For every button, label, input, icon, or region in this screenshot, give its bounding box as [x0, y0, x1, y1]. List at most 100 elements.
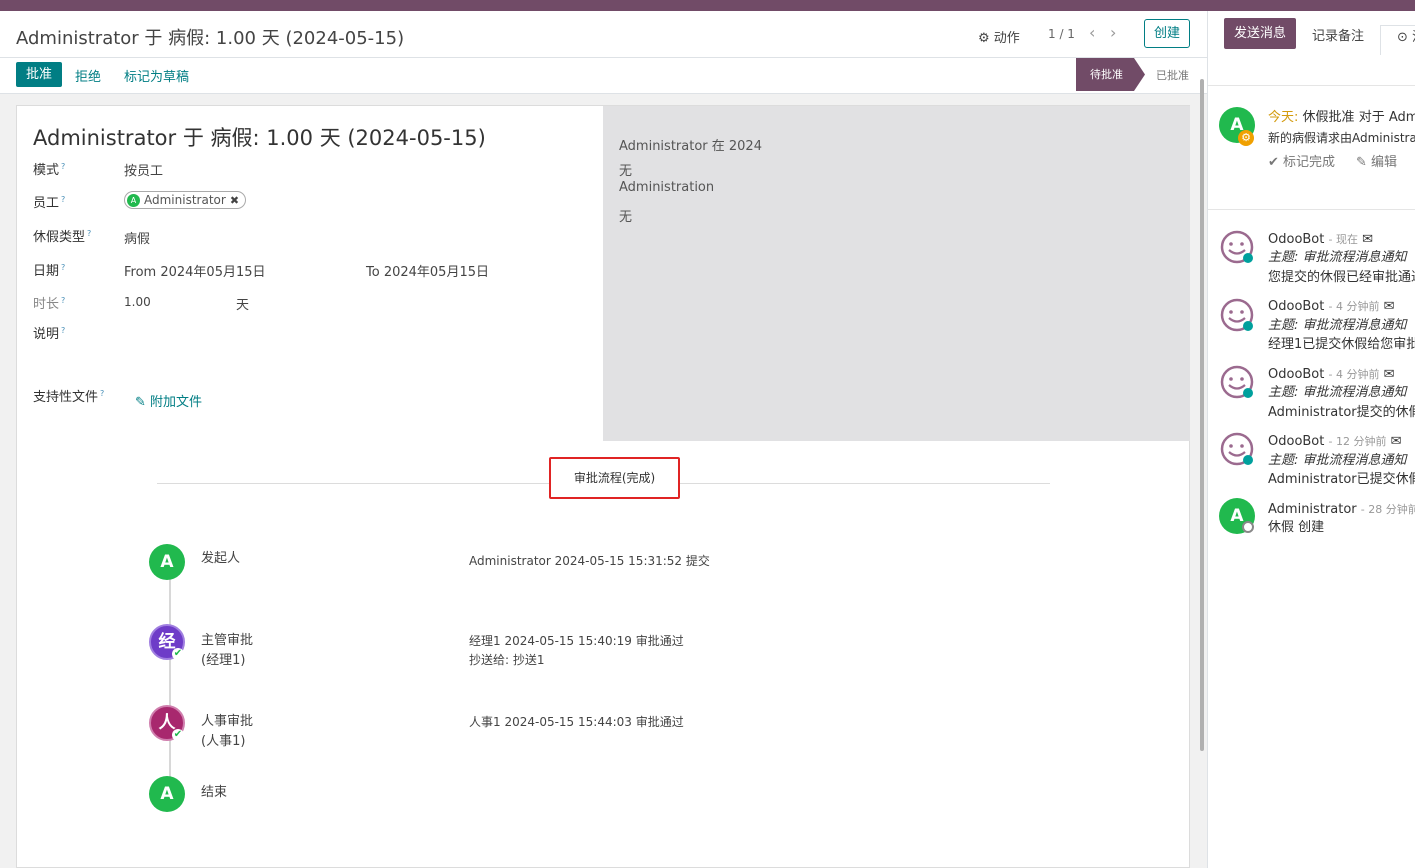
step-detail: Administrator 2024-05-15 15:31:52 提交 [469, 554, 710, 568]
envelope-icon: ✉ [1383, 367, 1395, 382]
message-body: Administrator已提交休假 [1268, 472, 1415, 487]
employee-label: 员工? [33, 194, 66, 211]
form-title: Administrator 于 病假: 1.00 天 (2024-05-15) [33, 126, 486, 150]
step-detail: 经理1 2024-05-15 15:40:19 审批通过 [469, 634, 684, 648]
log-note-button[interactable]: 记录备注 [1312, 25, 1364, 44]
step-approver: (经理1) [201, 653, 246, 668]
activity-summary[interactable]: 今天: 休假批准 对于 Adm [1268, 109, 1415, 127]
envelope-icon: ✉ [1390, 434, 1402, 449]
pencil-icon: ✎ [1356, 155, 1367, 170]
date-to-field[interactable]: To 2024年05月15日 [366, 261, 489, 280]
scrollbar[interactable] [1200, 79, 1204, 751]
message-body: 您提交的休假已经审批通过 [1268, 270, 1415, 285]
step-cc: 抄送给: 抄送1 [469, 653, 545, 667]
side-info-line: Administrator 在 2024 [619, 139, 762, 154]
duration-label: 时长? [33, 295, 66, 312]
remove-tag-icon[interactable]: ✖ [230, 194, 239, 207]
message-header: OdooBot - 4 分钟前 ✉ [1268, 367, 1395, 382]
odoobot-avatar [1219, 364, 1255, 400]
help-icon[interactable]: ? [87, 229, 91, 238]
employee-tag[interactable]: A Administrator ✖ [124, 191, 247, 209]
odoobot-avatar [1219, 229, 1255, 265]
step-approver: (人事1) [201, 734, 246, 749]
pager-previous-icon[interactable]: ‹ [1089, 23, 1095, 42]
message-body: Administrator提交的休假已 [1268, 405, 1415, 420]
edit-activity-button[interactable]: ✎ 编辑 [1356, 151, 1397, 170]
odoobot-avatar [1219, 431, 1255, 467]
action-menu-button[interactable]: ⚙ 动作 [978, 27, 1020, 46]
form-sheet: Administrator 于 病假: 1.00 天 (2024-05-15) … [16, 105, 1190, 868]
side-info-line: 无 [619, 164, 633, 179]
activity-description: 新的病假请求由Administra [1268, 131, 1415, 145]
mark-done-button[interactable]: ✔ 标记完成 [1268, 151, 1335, 170]
envelope-icon: ✉ [1383, 299, 1395, 314]
duration-value[interactable]: 1.00 [124, 295, 151, 309]
side-info-panel: Administrator 在 2024 无 Administration 无 [603, 106, 1190, 441]
avatar: A [149, 544, 185, 580]
message-subject: 主题: 审批流程消息通知 [1268, 318, 1407, 333]
message-subject: 主题: 审批流程消息通知 [1268, 453, 1407, 468]
gear-icon: ⚙ [978, 31, 990, 46]
breadcrumb-title: Administrator 于 病假: 1.00 天 (2024-05-15) [16, 28, 405, 49]
step-name: 发起人 [201, 551, 241, 566]
avatar: A [127, 193, 140, 207]
divider [1208, 85, 1415, 86]
mode-label: 模式? [33, 161, 66, 178]
approval-section-title: 审批流程(完成) [549, 457, 680, 499]
mark-draft-button[interactable]: 标记为草稿 [124, 66, 189, 85]
mode-value[interactable]: 按员工 [124, 160, 163, 179]
duration-unit: 天 [236, 298, 250, 313]
activities-button[interactable]: ⊙ 活 [1380, 25, 1415, 55]
send-message-button[interactable]: 发送消息 [1224, 18, 1296, 49]
timeline-line [169, 572, 171, 802]
status-icon [1242, 521, 1254, 533]
clock-icon: ⊙ [1397, 30, 1408, 45]
step-name: 结束 [201, 785, 228, 800]
chatter-panel: 发送消息 记录备注 ⊙ 活 A ⚙ 今天: 休假批准 对于 Adm 新的病假请求… [1207, 11, 1415, 868]
attach-file-button[interactable]: ✎ 附加文件 [135, 391, 202, 410]
status-approved[interactable]: 已批准 [1156, 67, 1189, 83]
message-header: OdooBot - 现在 ✉ [1268, 232, 1374, 247]
date-label: 日期? [33, 262, 66, 279]
help-icon[interactable]: ? [61, 326, 65, 335]
description-label: 说明? [33, 325, 66, 342]
clock-icon: ⚙ [1238, 130, 1254, 146]
divider [1208, 209, 1415, 210]
step-name: 人事审批 [201, 714, 254, 729]
refuse-button[interactable]: 拒绝 [75, 66, 101, 85]
date-from-field[interactable]: From 2024年05月15日 [124, 261, 266, 280]
side-info-line: Administration [619, 180, 715, 195]
help-icon[interactable]: ? [100, 389, 104, 398]
help-icon[interactable]: ? [61, 263, 65, 272]
message-subject: 主题: 审批流程消息通知 [1268, 250, 1407, 265]
message-header: OdooBot - 4 分钟前 ✉ [1268, 299, 1395, 314]
status-to-approve[interactable]: 待批准 [1076, 58, 1145, 91]
avatar: A [149, 776, 185, 812]
side-info-line: 无 [619, 210, 633, 225]
step-name: 主管审批 [201, 633, 254, 648]
help-icon[interactable]: ? [61, 296, 65, 305]
approve-button[interactable]: 批准 [16, 62, 62, 87]
supporting-docs-label: 支持性文件? [33, 388, 105, 405]
envelope-icon: ✉ [1362, 232, 1374, 247]
top-navbar [0, 0, 1415, 11]
main-content: Administrator 于 病假: 1.00 天 (2024-05-15) … [0, 11, 1207, 868]
message-subject: 主题: 审批流程消息通知 [1268, 385, 1407, 400]
control-panel: Administrator 于 病假: 1.00 天 (2024-05-15) … [0, 11, 1207, 94]
step-detail: 人事1 2024-05-15 15:44:03 审批通过 [469, 715, 684, 729]
pager-value[interactable]: 1 / 1 [1048, 27, 1075, 41]
pager-next-icon[interactable]: › [1110, 23, 1116, 42]
help-icon[interactable]: ? [61, 195, 65, 204]
check-icon: ✔ [172, 648, 184, 660]
leave-type-value[interactable]: 病假 [124, 228, 150, 247]
message-body: 经理1已提交休假给您审批 [1268, 337, 1415, 352]
divider [0, 57, 1207, 58]
message-header: Administrator - 28 分钟前 [1268, 502, 1415, 517]
paperclip-icon: ✎ [135, 395, 146, 410]
odoobot-avatar [1219, 297, 1255, 333]
check-icon: ✔ [1268, 155, 1279, 170]
create-button[interactable]: 创建 [1144, 19, 1190, 48]
help-icon[interactable]: ? [61, 162, 65, 171]
leave-type-label: 休假类型? [33, 228, 92, 245]
message-header: OdooBot - 12 分钟前 ✉ [1268, 434, 1402, 449]
